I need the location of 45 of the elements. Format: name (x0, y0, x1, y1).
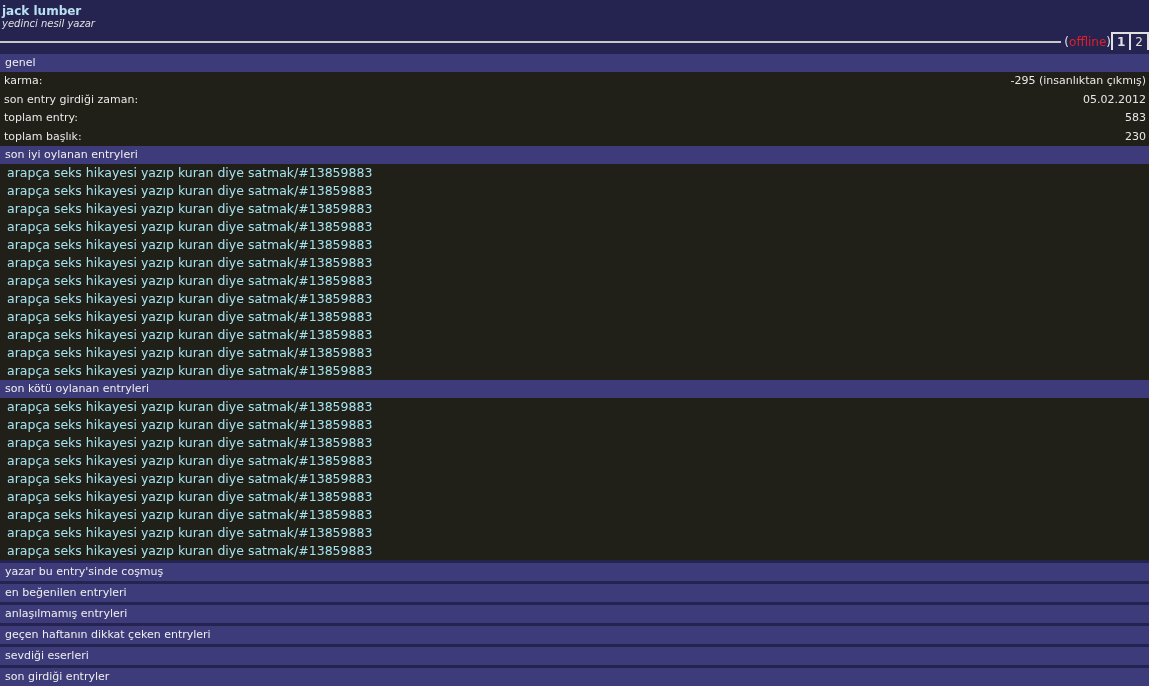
entry-link[interactable]: arapça seks hikayesi yazıp kuran diye satmak/#13859883 (7, 363, 373, 378)
entry-link[interactable]: arapça seks hikayesi yazıp kuran diye satmak/#13859883 (7, 543, 373, 558)
entry-link[interactable]: arapça seks hikayesi yazıp kuran diye satmak/#13859883 (7, 471, 373, 486)
entry-link[interactable]: arapça seks hikayesi yazıp kuran diye satmak/#13859883 (7, 507, 373, 522)
status-paren: ) (1106, 35, 1111, 50)
entry-link[interactable]: arapça seks hikayesi yazıp kuran diye satmak/#13859883 (7, 327, 373, 342)
section-header[interactable]: son girdiği entryler (0, 668, 1149, 686)
page-tab[interactable]: 1 (1111, 32, 1132, 50)
entry-link[interactable]: arapça seks hikayesi yazıp kuran diye satmak/#13859883 (7, 453, 373, 468)
entry-link[interactable]: arapça seks hikayesi yazıp kuran diye satmak/#13859883 (7, 435, 373, 450)
entry-link[interactable]: arapça seks hikayesi yazıp kuran diye satmak/#13859883 (7, 201, 373, 216)
section-header[interactable]: anlaşılmamış entryleri (0, 605, 1149, 623)
section-header[interactable]: sevdiği eserleri (0, 647, 1149, 665)
entry-link[interactable]: arapça seks hikayesi yazıp kuran diye satmak/#13859883 (7, 291, 373, 306)
status-paren: ( (1064, 35, 1070, 50)
entry-link[interactable]: arapça seks hikayesi yazıp kuran diye satmak/#13859883 (7, 525, 373, 540)
entry-link[interactable]: arapça seks hikayesi yazıp kuran diye satmak/#13859883 (7, 417, 373, 432)
stat-label: toplam entry: (4, 110, 79, 126)
section-header[interactable]: en beğenilen entryleri (0, 584, 1149, 602)
entry-link[interactable]: arapça seks hikayesi yazıp kuran diye satmak/#13859883 (7, 183, 373, 198)
entry-link[interactable]: arapça seks hikayesi yazıp kuran diye satmak/#13859883 (7, 255, 373, 270)
entry-link[interactable]: arapça seks hikayesi yazıp kuran diye satmak/#13859883 (7, 165, 373, 180)
stat-value: -295 (insanlıktan çıkmış) (1010, 73, 1146, 89)
page-tab[interactable]: 2 (1131, 32, 1149, 50)
section-header[interactable]: yazar bu entry'sinde coşmuş (0, 563, 1149, 581)
entry-link[interactable]: arapça seks hikayesi yazıp kuran diye satmak/#13859883 (7, 345, 373, 360)
stat-value: 230 (1125, 128, 1146, 145)
entry-link[interactable]: arapça seks hikayesi yazıp kuran diye satmak/#13859883 (7, 237, 373, 252)
section-header[interactable]: son iyi oylanan entryleri (0, 146, 1149, 164)
author-name: jack lumber (2, 4, 83, 18)
stat-value: 05.02.2012 (1083, 91, 1146, 108)
stat-label: karma: (4, 73, 43, 89)
section-header[interactable]: geçen haftanın dikkat çeken entryleri (0, 626, 1149, 644)
entry-link[interactable]: arapça seks hikayesi yazıp kuran diye satmak/#13859883 (7, 309, 373, 324)
entry-link[interactable]: arapça seks hikayesi yazıp kuran diye satmak/#13859883 (7, 489, 373, 504)
author-rank: yedinci nesil yazar (2, 18, 97, 29)
stat-value: 583 (1125, 110, 1146, 126)
entry-link[interactable]: arapça seks hikayesi yazıp kuran diye satmak/#13859883 (7, 399, 373, 414)
entry-link[interactable]: arapça seks hikayesi yazıp kuran diye satmak/#13859883 (7, 273, 373, 288)
status-label: offline (1069, 35, 1107, 50)
section-header[interactable]: genel (0, 54, 1149, 72)
entry-link[interactable]: arapça seks hikayesi yazıp kuran diye satmak/#13859883 (7, 219, 373, 234)
stat-label: son entry girdiği zaman: (4, 91, 139, 108)
section-header[interactable]: son kötü oylanan entryleri (0, 380, 1149, 398)
stat-label: toplam başlık: (4, 128, 82, 145)
